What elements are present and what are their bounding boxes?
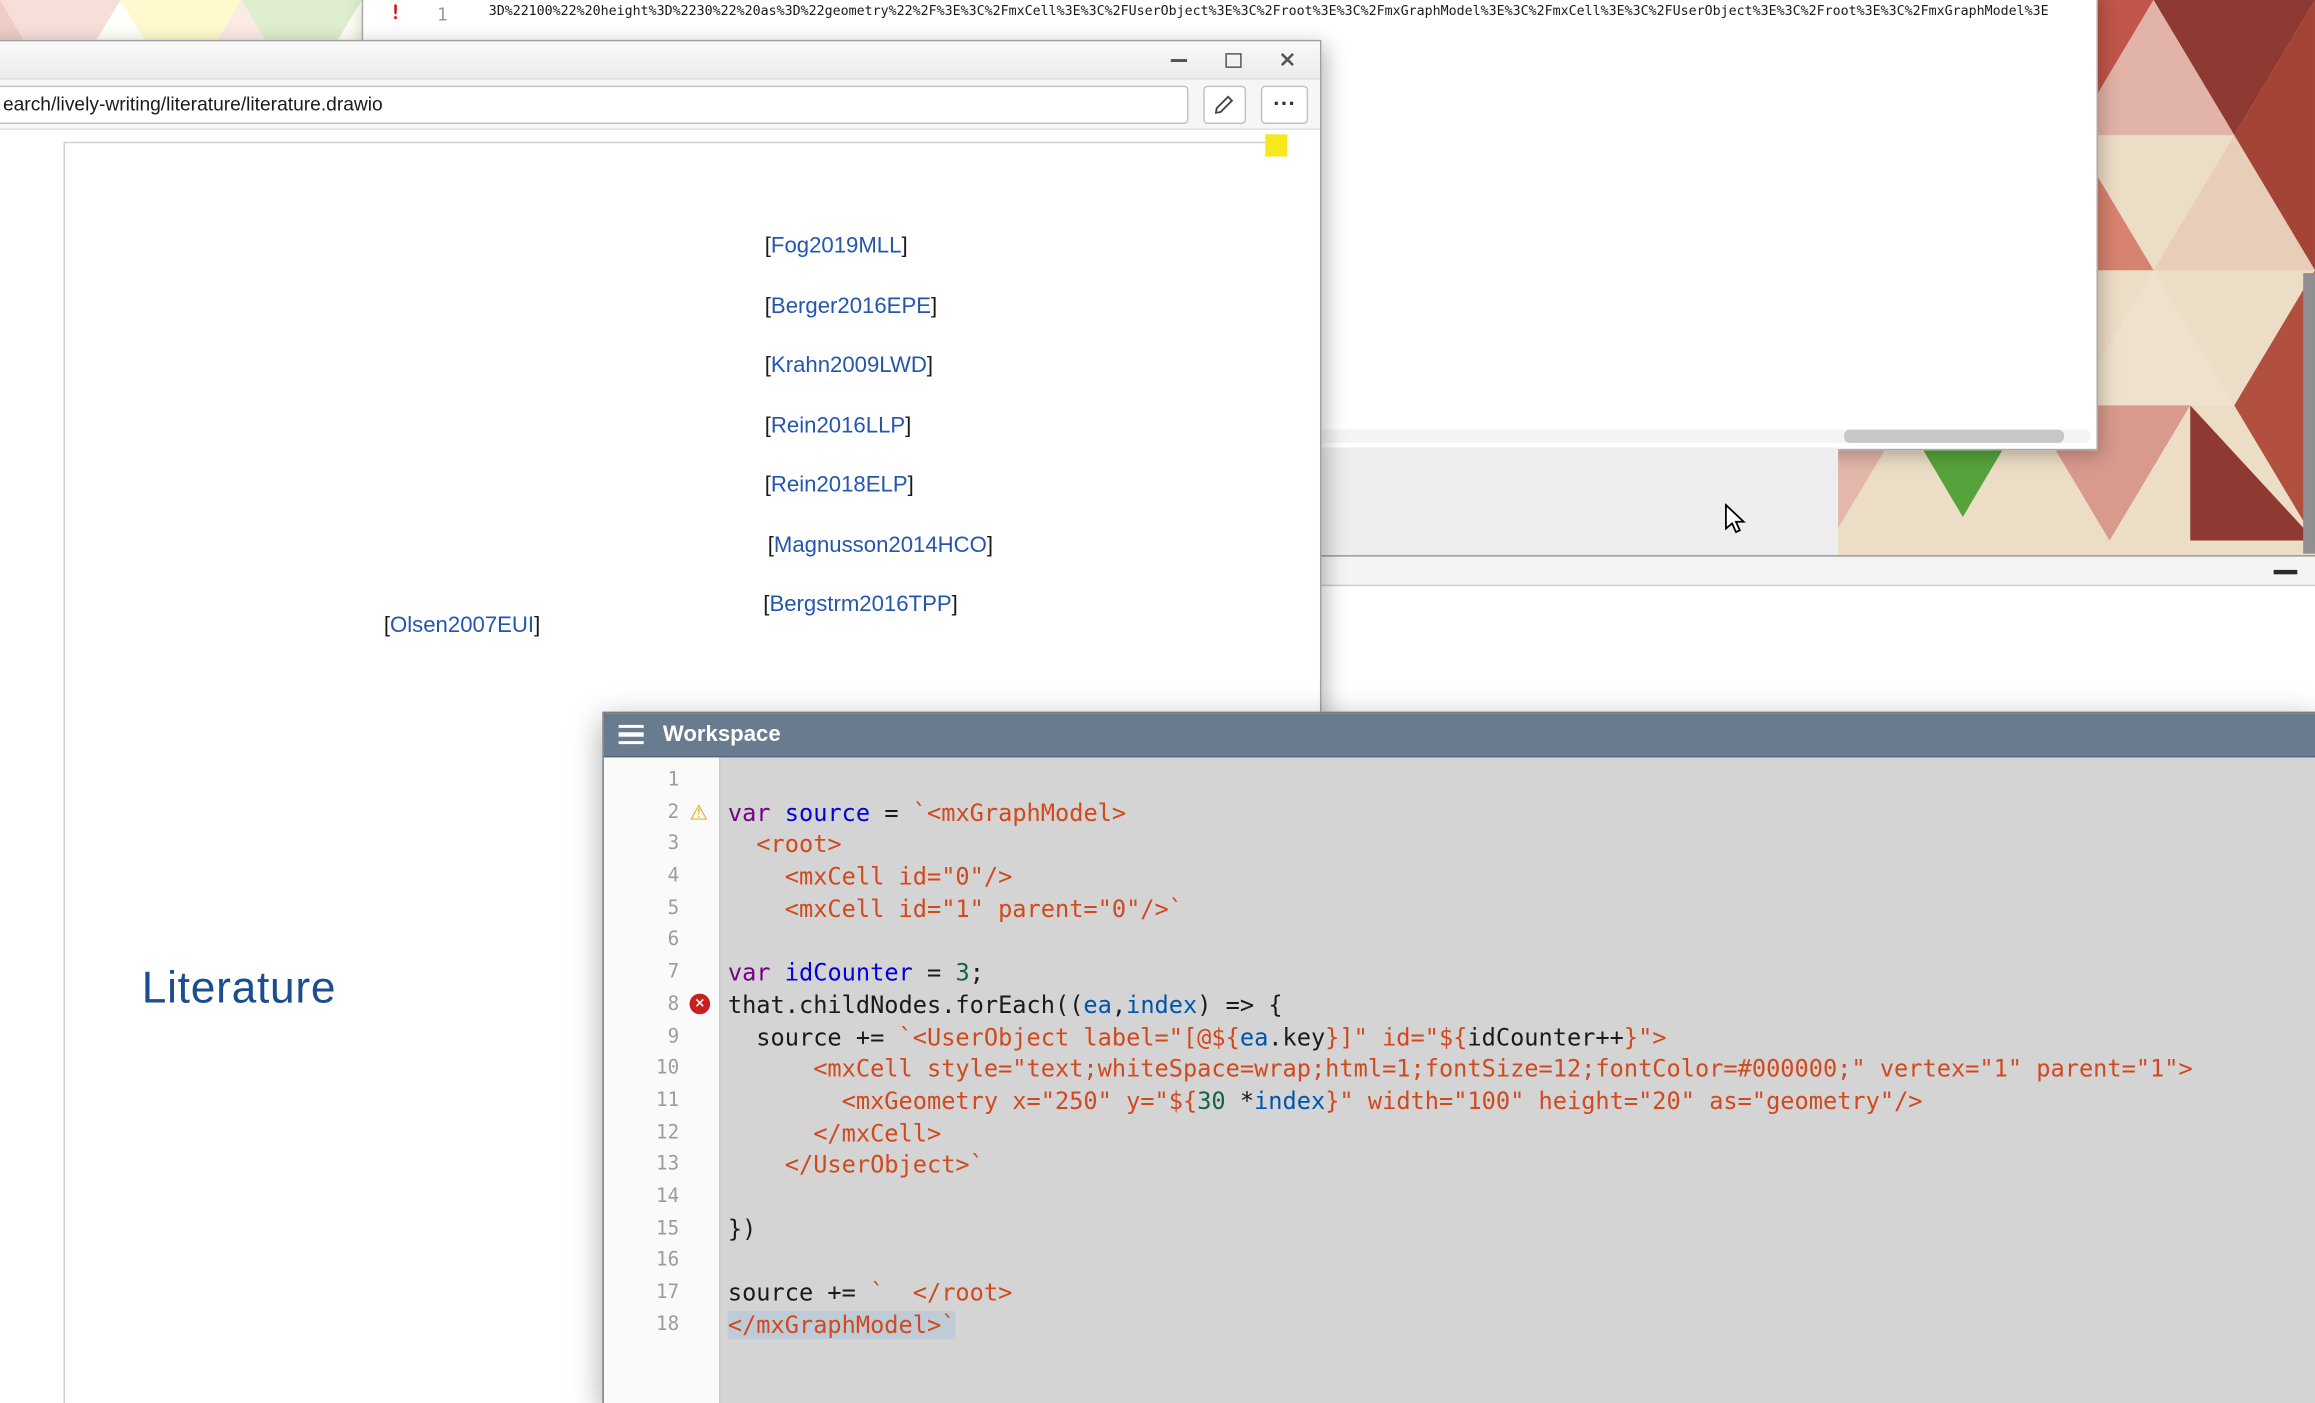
gutter-line-number: 8× xyxy=(604,989,719,1021)
hamburger-menu-icon[interactable] xyxy=(619,725,644,745)
citation-link[interactable]: [Olsen2007EUI] xyxy=(384,613,540,638)
gutter-line-number: 13 xyxy=(604,1149,719,1181)
gutter-line-number: 11 xyxy=(604,1085,719,1117)
code-area[interactable]: var source = `<mxGraphModel> <root> <mxC… xyxy=(720,757,2315,1403)
gutter-line-number: 4 xyxy=(604,861,719,893)
lint-error-marker[interactable]: ! xyxy=(390,3,402,25)
gutter-line-number: 16 xyxy=(604,1245,719,1277)
error-marker-icon[interactable]: × xyxy=(689,993,710,1014)
code-line: <mxCell id="0"/> xyxy=(728,861,2315,893)
gutter-line-number: 6 xyxy=(604,925,719,957)
gutter-line-number: 5 xyxy=(604,893,719,925)
citation-link[interactable]: [Krahn2009LWD] xyxy=(765,353,933,378)
background-panel xyxy=(1321,447,1838,555)
code-line: source += `<UserObject label="[@${ea.key… xyxy=(728,1021,2315,1053)
workspace-window: Workspace 12⚠345678×9101112131415161718 … xyxy=(602,712,2315,1403)
code-line: <mxCell id="1" parent="0"/>` xyxy=(728,893,2315,925)
diagram-title: Literature xyxy=(142,964,337,1014)
code-line: <root> xyxy=(728,829,2315,861)
code-line: </mxCell> xyxy=(728,1117,2315,1149)
code-line: that.childNodes.forEach((ea,index) => { xyxy=(728,989,2315,1021)
code-line xyxy=(728,1181,2315,1213)
window-titlebar[interactable]: Workspace xyxy=(604,713,2315,757)
gutter-line-number: 7 xyxy=(604,957,719,989)
code-line: </mxGraphModel>` xyxy=(728,1309,2315,1341)
desktop-wallpaper-corner xyxy=(0,0,362,40)
gutter-line-number: 2⚠ xyxy=(604,797,719,829)
gutter-line-number: 1 xyxy=(604,765,719,797)
line-number: 1 xyxy=(437,4,448,25)
code-editor[interactable]: 12⚠345678×9101112131415161718 var source… xyxy=(604,757,2315,1403)
gutter-line-number: 3 xyxy=(604,829,719,861)
code-line xyxy=(728,925,2315,957)
code-line: var idCounter = 3; xyxy=(728,957,2315,989)
gutter-line-number: 17 xyxy=(604,1277,719,1309)
encoded-xml-line[interactable]: 3D%22100%22%20height%3D%2230%22%20as%3D%… xyxy=(489,4,2049,19)
code-line: <mxGeometry x="250" y="${30 *index}" wid… xyxy=(728,1085,2315,1117)
gutter-line-number: 12 xyxy=(604,1117,719,1149)
citation-link[interactable]: [Rein2018ELP] xyxy=(765,472,914,497)
warning-marker-icon[interactable]: ⚠ xyxy=(689,801,708,825)
code-line xyxy=(728,1245,2315,1277)
citation-link[interactable]: [Bergstrm2016TPP] xyxy=(763,592,957,617)
code-line: source += ` </root> xyxy=(728,1277,2315,1309)
window-title: Workspace xyxy=(663,722,781,747)
editor-gutter: 12⚠345678×9101112131415161718 xyxy=(604,757,721,1403)
wallpaper-pattern xyxy=(0,0,362,40)
minimize-icon[interactable] xyxy=(2274,570,2298,574)
gutter-line-number: 9 xyxy=(604,1021,719,1053)
gutter-line-number: 15 xyxy=(604,1213,719,1245)
background-window-titlebar xyxy=(1321,555,2315,586)
citation-link[interactable]: [Berger2016EPE] xyxy=(765,294,937,319)
code-line: }) xyxy=(728,1213,2315,1245)
screen: ! 1 3D%22100%22%20height%3D%2230%22%20as… xyxy=(0,0,2315,1403)
code-line: </UserObject>` xyxy=(728,1149,2315,1181)
citation-link[interactable]: [Rein2016LLP] xyxy=(765,413,912,438)
gutter-line-number: 14 xyxy=(604,1181,719,1213)
citation-link[interactable]: [Magnusson2014HCO] xyxy=(768,533,993,558)
code-line: <mxCell style="text;whiteSpace=wrap;html… xyxy=(728,1053,2315,1085)
citation-link[interactable]: [Fog2019MLL] xyxy=(765,233,908,258)
gutter-line-number: 10 xyxy=(604,1053,719,1085)
horizontal-scrollbar-thumb[interactable] xyxy=(1844,430,2064,443)
mouse-cursor xyxy=(1724,503,1748,535)
vertical-scrollbar-thumb[interactable] xyxy=(2303,273,2315,554)
gutter-line-number: 18 xyxy=(604,1309,719,1341)
code-line xyxy=(728,765,2315,797)
code-line: var source = `<mxGraphModel> xyxy=(728,797,2315,829)
